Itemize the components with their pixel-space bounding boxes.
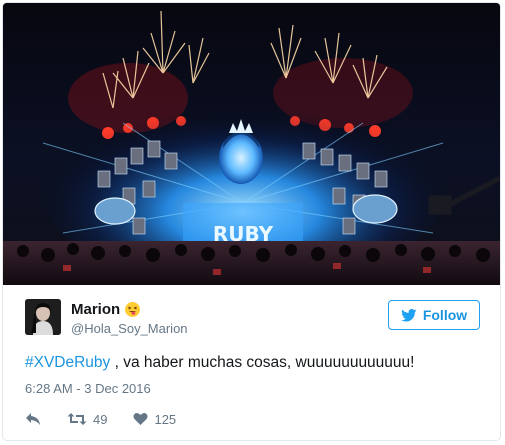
tweet-body: , va haber muchas cosas, wuuuuuuuuuuuu!: [110, 354, 415, 371]
heart-icon: [133, 413, 148, 425]
author-handle[interactable]: @Hola_Soy_Marion: [71, 321, 188, 336]
avatar-image: [25, 299, 61, 335]
retweet-count: 49: [93, 411, 108, 427]
reply-button[interactable]: [25, 412, 41, 426]
retweet-icon: [67, 413, 87, 425]
concert-stage-image: RUBY: [3, 3, 500, 285]
twitter-bird-icon: [400, 308, 417, 321]
follow-button[interactable]: Follow: [388, 300, 480, 330]
tweet-photo[interactable]: RUBY: [3, 3, 500, 285]
tweet-card: RUBY Marion @Hola_Soy_Marion Follow #XVD…: [2, 2, 501, 441]
like-button[interactable]: 125: [133, 412, 176, 427]
author-display-name[interactable]: Marion: [71, 301, 120, 318]
retweet-button[interactable]: 49: [67, 412, 107, 427]
hashtag-link[interactable]: #XVDeRuby: [25, 354, 110, 371]
avatar[interactable]: [25, 299, 61, 335]
tweet-text: #XVDeRuby , va haber muchas cosas, wuuuu…: [25, 354, 485, 372]
follow-label: Follow: [422, 307, 468, 323]
squinting-tongue-emoji-icon: [125, 302, 141, 317]
author-name-row: Marion: [71, 301, 141, 318]
like-count: 125: [154, 411, 177, 427]
tweet-actions: 49 125: [25, 409, 202, 429]
reply-icon: [26, 413, 40, 425]
tweet-timestamp[interactable]: 6:28 AM - 3 Dec 2016: [25, 381, 151, 396]
